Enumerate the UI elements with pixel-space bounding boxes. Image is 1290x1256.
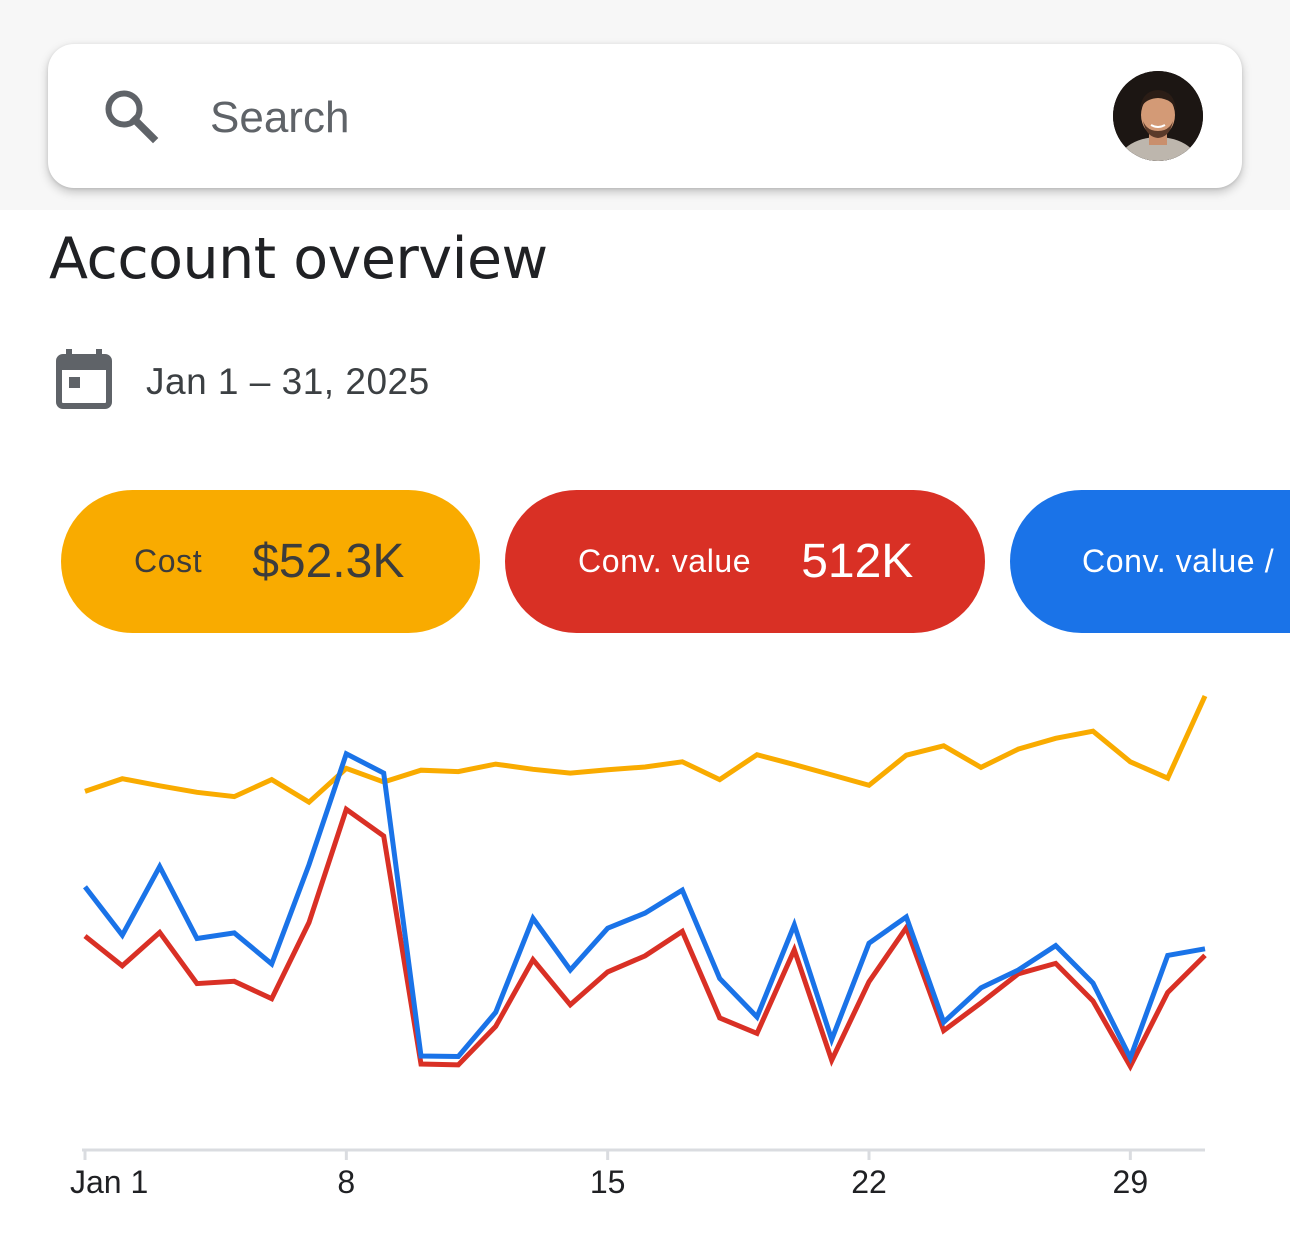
metric-chip-conv-value[interactable]: Conv. value 512K xyxy=(505,490,985,633)
date-range-label: Jan 1 – 31, 2025 xyxy=(146,361,430,402)
metric-label-conv-value: Conv. value xyxy=(578,543,752,579)
series-line-cost xyxy=(84,694,1208,806)
search-input[interactable] xyxy=(210,88,1070,148)
user-avatar[interactable] xyxy=(1113,71,1203,161)
date-range-selector[interactable]: Jan 1 – 31, 2025 xyxy=(54,348,554,412)
metric-label-cost: Cost xyxy=(134,543,203,579)
page-title: Account overview xyxy=(49,226,548,292)
metric-value-cost: $52.3K xyxy=(252,535,405,588)
series-line-conv-value-per-cost xyxy=(83,750,1206,1065)
x-tick-label: 8 xyxy=(337,1164,355,1200)
x-tick-label: Jan 1 xyxy=(70,1164,148,1200)
metric-label-conv-value-per-cost: Conv. value / xyxy=(1082,543,1275,579)
performance-line-chart: Jan 1 8 15 22 29 xyxy=(70,694,1208,1200)
metric-value-conv-value: 512K xyxy=(801,535,914,588)
series-line-conv-value xyxy=(83,805,1207,1072)
metric-chip-conv-value-per-cost[interactable]: Conv. value / xyxy=(1010,490,1290,633)
x-tick-label: 29 xyxy=(1113,1164,1149,1200)
avatar-image xyxy=(1113,71,1203,161)
calendar-icon xyxy=(56,349,112,409)
search-icon[interactable] xyxy=(100,86,160,146)
metric-chip-cost[interactable]: Cost $52.3K xyxy=(61,490,480,633)
x-tick-label: 22 xyxy=(851,1164,887,1200)
x-tick-label: 15 xyxy=(590,1164,626,1200)
